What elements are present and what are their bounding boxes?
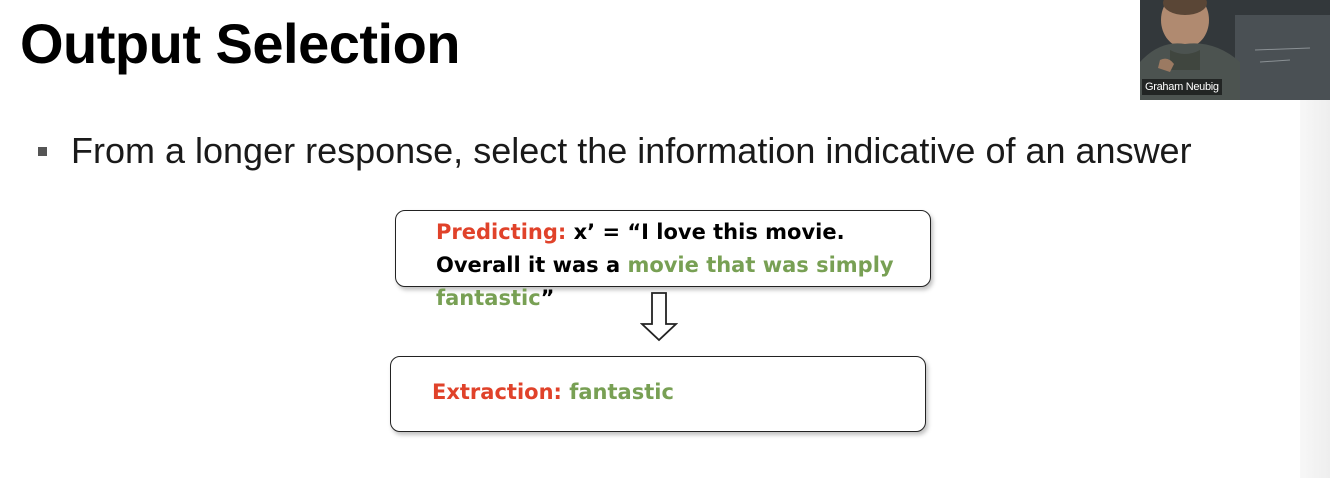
extraction-box: Extraction: fantastic xyxy=(390,356,926,432)
square-bullet-icon xyxy=(38,146,47,156)
extraction-value: fantastic xyxy=(569,380,674,404)
slide-title: Output Selection xyxy=(20,12,461,75)
bullet-text: From a longer response, select the infor… xyxy=(71,130,1192,171)
participant-video-tile[interactable]: Graham Neubig xyxy=(1140,0,1330,100)
extraction-label: Extraction: xyxy=(432,380,562,404)
prediction-close-quote: ” xyxy=(540,286,555,310)
participant-name-label: Graham Neubig xyxy=(1142,79,1222,95)
prediction-label: Predicting: xyxy=(436,220,567,244)
down-arrow-icon xyxy=(640,292,678,342)
window-edge-shade xyxy=(1300,100,1330,478)
prediction-box: Predicting: x’ = “I love this movie. Ove… xyxy=(395,210,931,310)
slide: Output Selection From a longer response,… xyxy=(0,0,1330,478)
bullet-point: From a longer response, select the infor… xyxy=(38,128,1192,174)
